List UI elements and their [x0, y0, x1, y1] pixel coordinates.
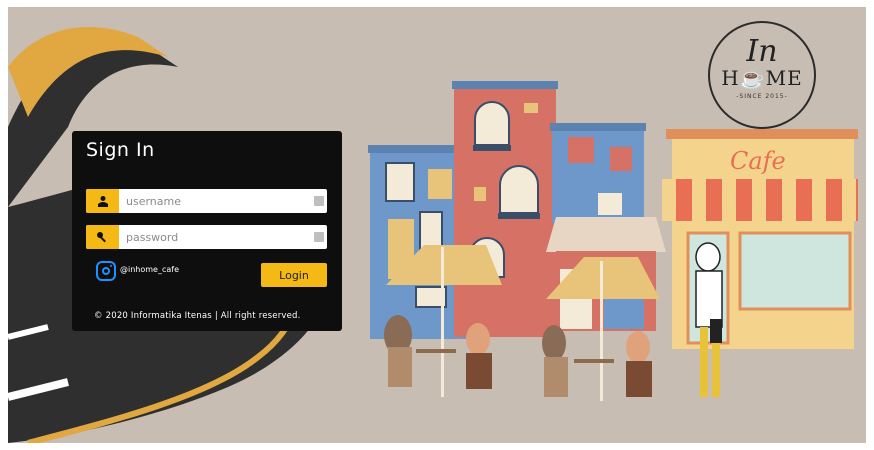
cafe-sign: Cafe: [730, 147, 786, 175]
password-input[interactable]: [126, 227, 306, 247]
logo-since: -SINCE 2015-: [736, 93, 788, 100]
page-background: Cafe In H☕ME -SINCE 2015- Sign In userna…: [8, 7, 866, 443]
inhome-logo: In H☕ME -SINCE 2015-: [708, 21, 816, 129]
copyright-text: © 2020 Informatika Itenas | All right re…: [94, 311, 301, 321]
key-icon: [86, 225, 119, 249]
user-icon: [86, 189, 119, 213]
password-field: [86, 225, 327, 249]
logo-text-home: H☕ME: [721, 66, 803, 90]
login-panel: Sign In @inhome_cafe Login © 2020 Inform…: [72, 131, 342, 331]
instagram-handle[interactable]: @inhome_cafe: [120, 265, 179, 274]
keyboard-icon: [314, 196, 324, 206]
logo-text: In: [746, 34, 778, 69]
username-field: [86, 189, 327, 213]
username-input[interactable]: [126, 191, 306, 211]
keyboard-icon: [314, 232, 324, 242]
login-button[interactable]: Login: [261, 263, 327, 287]
instagram-icon[interactable]: [96, 261, 116, 281]
sign-in-title: Sign In: [86, 139, 155, 161]
